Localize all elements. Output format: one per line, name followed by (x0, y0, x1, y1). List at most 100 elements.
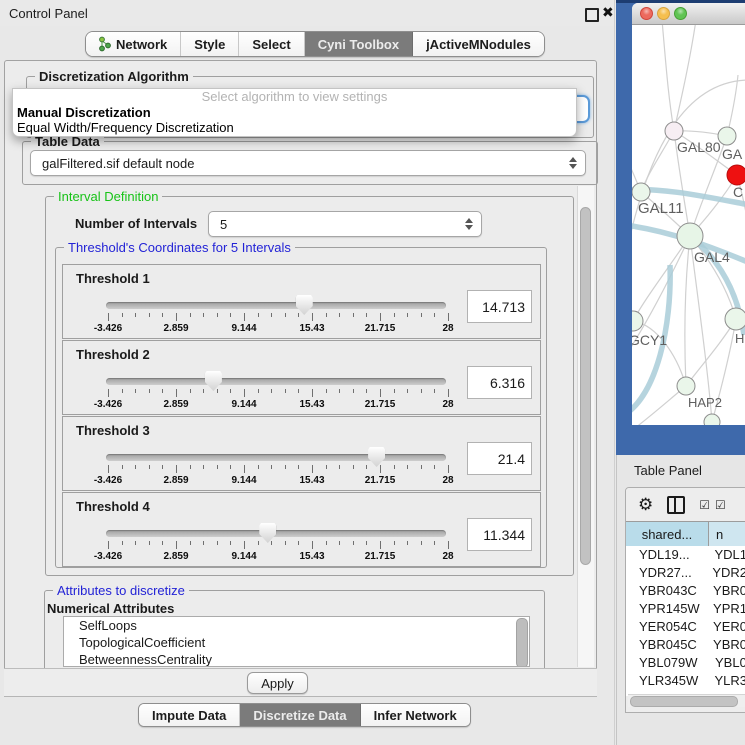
table-cell[interactable]: YER054C (626, 618, 706, 636)
network-edge[interactable] (686, 319, 736, 386)
table-cell[interactable]: YBR0 (706, 636, 745, 654)
table-row[interactable]: YBR043CYBR0 (626, 582, 745, 600)
network-node[interactable] (718, 127, 736, 145)
zoom-traffic-button[interactable] (674, 7, 687, 20)
tab-infer-network[interactable]: Infer Network (361, 704, 470, 726)
threshold-slider-track[interactable] (106, 302, 446, 309)
network-node[interactable] (727, 165, 745, 185)
network-node[interactable] (632, 183, 650, 201)
close-icon[interactable]: ✖ (602, 4, 614, 21)
float-window-icon[interactable] (585, 8, 599, 22)
bottom-tab-bar: Impute DataDiscretize DataInfer Network (138, 703, 471, 727)
slider-tick (394, 465, 395, 469)
network-edge[interactable] (674, 25, 696, 131)
threshold-slider-thumb[interactable] (205, 371, 222, 391)
slider-tick (258, 465, 259, 469)
network-node[interactable] (632, 311, 643, 331)
threshold-value-field[interactable]: 14.713 (467, 290, 532, 323)
table-data-combobox[interactable]: galFiltered.sif default node (30, 150, 586, 176)
table-cell[interactable]: YBR0 (706, 582, 745, 600)
table-row[interactable]: YBR045CYBR0 (626, 636, 745, 654)
slider-tick-label: 21.715 (365, 551, 396, 562)
table-cell[interactable]: YPR145W (626, 600, 706, 618)
minimize-traffic-button[interactable] (657, 7, 670, 20)
network-node[interactable] (677, 223, 703, 249)
threshold-value-field[interactable]: 21.4 (467, 442, 532, 475)
table-cell[interactable]: YBR043C (626, 582, 706, 600)
slider-tick (190, 389, 191, 393)
network-node[interactable] (725, 308, 745, 330)
tab-impute-data[interactable]: Impute Data (139, 704, 240, 726)
num-intervals-combobox[interactable]: 5 (208, 211, 482, 237)
tab-cyni-toolbox[interactable]: Cyni Toolbox (305, 32, 413, 56)
table-row[interactable]: YLR345WYLR3 (626, 672, 745, 690)
table-panel-title: Table Panel (634, 463, 702, 478)
threshold-value-field[interactable]: 6.316 (467, 366, 532, 399)
slider-tick-label: -3.426 (94, 551, 122, 562)
table-row[interactable]: YER054CYER0 (626, 618, 745, 636)
table-cell[interactable]: YDL19... (626, 546, 707, 564)
threshold-slider-thumb[interactable] (259, 523, 276, 543)
network-edge[interactable] (632, 386, 686, 425)
network-edge[interactable] (685, 236, 690, 386)
attribute-list-item[interactable]: SelfLoops (64, 617, 529, 634)
table-cell[interactable]: YPR1 (706, 600, 745, 618)
attribute-list-item[interactable]: BetweennessCentrality (64, 651, 529, 667)
settings-scrollbar-thumb[interactable] (580, 207, 591, 565)
table-cell[interactable]: YDR27... (626, 564, 705, 582)
table-row[interactable]: YDL19...YDL1 (626, 546, 745, 564)
table-cell[interactable]: YBL079W (626, 654, 708, 672)
slider-tick (135, 313, 136, 317)
tab-select[interactable]: Select (239, 32, 304, 56)
threshold-slider-thumb[interactable] (368, 447, 385, 467)
threshold-panel: Threshold 4 11.344 -3.4262.8599.14415.43… (62, 492, 541, 567)
algorithm-option[interactable]: Equal Width/Frequency Discretization (13, 120, 576, 135)
network-edge[interactable] (662, 25, 674, 131)
slider-tick (108, 541, 109, 549)
table-cell[interactable]: YDR2 (705, 564, 745, 582)
threshold-slider-thumb[interactable] (296, 295, 313, 315)
network-window-titlebar[interactable] (632, 3, 745, 25)
checkbox-icon[interactable]: ☑ (715, 499, 726, 511)
tab-network[interactable]: Network (86, 32, 181, 56)
table-row[interactable]: YPR145WYPR1 (626, 600, 745, 618)
network-node[interactable] (704, 414, 720, 425)
tab-jactivemnodules[interactable]: jActiveMNodules (413, 32, 544, 56)
algorithm-group-title: Discretization Algorithm (35, 69, 193, 84)
algorithm-option[interactable]: Manual Discretization (13, 105, 576, 120)
threshold-slider-track[interactable] (106, 378, 446, 385)
table-cell[interactable]: YDL1 (707, 546, 745, 564)
table-cell[interactable]: YLR3 (707, 672, 745, 690)
slider-tick (149, 465, 150, 469)
close-traffic-button[interactable] (640, 7, 653, 20)
num-intervals-label: Number of Intervals (75, 216, 197, 231)
checkbox-icon[interactable]: ☑ (699, 499, 710, 511)
list-scrollbar-thumb[interactable] (516, 618, 528, 667)
table-cell[interactable]: YER0 (706, 618, 745, 636)
network-edge[interactable] (633, 236, 690, 321)
numerical-attributes-list[interactable]: SelfLoopsTopologicalCoefficientBetweenne… (63, 616, 530, 667)
slider-tick (271, 541, 272, 545)
column-header-name[interactable]: n (709, 522, 745, 546)
gear-icon[interactable]: ⚙ (638, 496, 653, 513)
column-header-shared-name[interactable]: shared... (626, 522, 709, 546)
table-hscrollbar-track[interactable] (628, 694, 745, 707)
table-cell[interactable]: YBR045C (626, 636, 706, 654)
columns-icon[interactable] (667, 496, 685, 514)
threshold-value-field[interactable]: 11.344 (467, 518, 532, 551)
algorithm-placeholder-item[interactable]: Select algorithm to view settings (13, 89, 576, 105)
tab-discretize-data[interactable]: Discretize Data (240, 704, 360, 726)
attribute-list-item[interactable]: TopologicalCoefficient (64, 634, 529, 651)
table-cell[interactable]: YBL0 (708, 654, 745, 672)
table-hscrollbar-thumb[interactable] (630, 696, 738, 707)
network-node[interactable] (665, 122, 683, 140)
network-canvas[interactable]: GAL80GACGAL11GAL4GCY1HHAP2 (632, 25, 745, 425)
table-row[interactable]: YBL079WYBL0 (626, 654, 745, 672)
network-node[interactable] (677, 377, 695, 395)
table-cell[interactable]: YLR345W (626, 672, 707, 690)
threshold-panel: Threshold 3 21.4 -3.4262.8599.14415.4321… (62, 416, 541, 491)
table-row[interactable]: YDR27...YDR2 (626, 564, 745, 582)
threshold-slider-track[interactable] (106, 454, 446, 461)
tab-style[interactable]: Style (181, 32, 239, 56)
apply-button[interactable]: Apply (247, 672, 308, 694)
